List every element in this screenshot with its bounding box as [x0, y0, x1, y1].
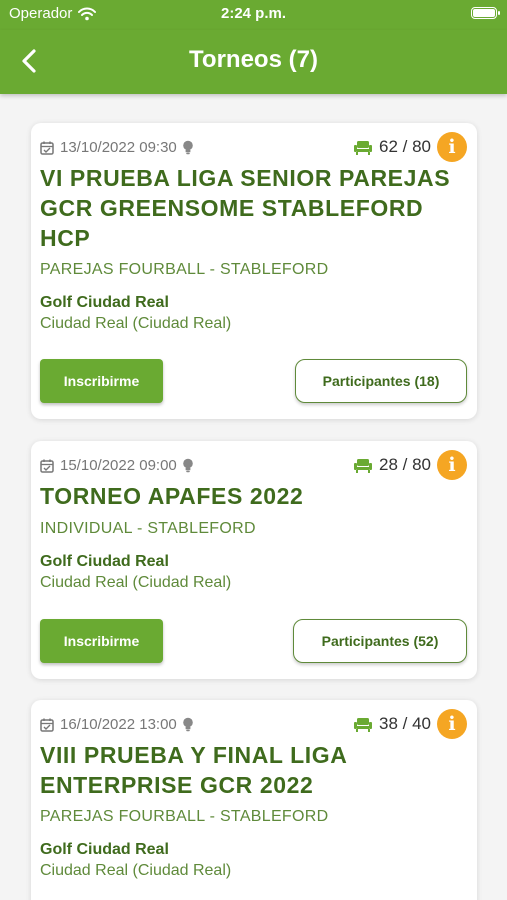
tournament-list[interactable]: 13/10/2022 09:30 62 / 80 i VI PRUEBA LIG… — [0, 94, 507, 900]
participants-button[interactable]: Participantes (52) — [293, 619, 467, 663]
bulb-icon — [182, 458, 193, 473]
tournament-meta: 15/10/2022 09:00 — [40, 457, 194, 474]
info-button[interactable]: i — [437, 450, 467, 480]
tournament-datetime: 16/10/2022 13:00 — [60, 716, 177, 733]
tournament-club: Golf Ciudad Real — [40, 294, 169, 311]
tournament-title: VI PRUEBA LIGA SENIOR PAREJAS GCR GREENS… — [40, 163, 465, 253]
nav-bar: Torneos (7) — [0, 30, 507, 94]
info-icon: i — [448, 136, 456, 158]
seats-count: 38 / 40 — [379, 714, 431, 733]
tournament-mode: PAREJAS FOURBALL - STABLEFORD — [40, 261, 329, 278]
info-button[interactable]: i — [437, 709, 467, 739]
tournament-location: Ciudad Real (Ciudad Real) — [40, 862, 232, 879]
title-line: HCP — [40, 225, 91, 251]
bulb-icon — [182, 717, 193, 732]
status-bar: Operador 2:24 p.m. — [0, 0, 507, 30]
tournament-club: Golf Ciudad Real — [40, 841, 169, 858]
seats-available: 38 / 40 — [354, 714, 431, 734]
tournament-club: Golf Ciudad Real — [40, 553, 169, 570]
tournament-datetime: 13/10/2022 09:30 — [60, 139, 177, 156]
tournament-meta: 16/10/2022 13:00 — [40, 716, 194, 733]
tournament-card[interactable]: 13/10/2022 09:30 62 / 80 i VI PRUEBA LIG… — [31, 123, 477, 419]
calendar-icon — [40, 459, 54, 473]
title-line: VI PRUEBA LIGA SENIOR PAREJAS — [40, 165, 451, 191]
page-title: Torneos (7) — [189, 46, 318, 73]
status-time: 2:24 p.m. — [220, 5, 287, 22]
tournament-datetime: 15/10/2022 09:00 — [60, 457, 177, 474]
tournament-title: TORNEO APAFES 2022 — [40, 481, 465, 511]
tournament-meta: 13/10/2022 09:30 — [40, 139, 194, 156]
info-icon: i — [448, 454, 456, 476]
seats-available: 28 / 80 — [354, 455, 431, 475]
calendar-icon — [40, 718, 54, 732]
signup-button[interactable]: Inscribirme — [40, 619, 163, 663]
battery-icon — [471, 7, 500, 19]
participants-button[interactable]: Participantes (18) — [295, 359, 467, 403]
seat-icon — [354, 717, 372, 732]
tournament-mode: PAREJAS FOURBALL - STABLEFORD — [40, 808, 329, 825]
seats-count: 28 / 80 — [379, 455, 431, 474]
title-line: TORNEO APAFES 2022 — [40, 483, 304, 509]
seats-count: 62 / 80 — [379, 137, 431, 156]
seat-icon — [354, 140, 372, 155]
signup-button[interactable]: Inscribirme — [40, 359, 163, 403]
tournament-location: Ciudad Real (Ciudad Real) — [40, 315, 232, 332]
calendar-icon — [40, 141, 54, 155]
tournament-location: Ciudad Real (Ciudad Real) — [40, 574, 232, 591]
info-icon: i — [448, 713, 456, 735]
title-line: ENTERPRISE GCR 2022 — [40, 772, 314, 798]
info-button[interactable]: i — [437, 132, 467, 162]
bulb-icon — [182, 140, 193, 155]
title-line: GCR GREENSOME STABLEFORD — [40, 195, 424, 221]
tournament-card[interactable]: 15/10/2022 09:00 28 / 80 i TORNEO APAFES… — [31, 441, 477, 679]
seat-icon — [354, 458, 372, 473]
tournament-title: VIII PRUEBA Y FINAL LIGA ENTERPRISE GCR … — [40, 740, 465, 800]
tournament-card[interactable]: 16/10/2022 13:00 38 / 40 i VIII PRUEBA Y… — [31, 700, 477, 900]
title-line: VIII PRUEBA Y FINAL LIGA — [40, 742, 348, 768]
tournament-mode: INDIVIDUAL - STABLEFORD — [40, 520, 256, 537]
seats-available: 62 / 80 — [354, 137, 431, 157]
